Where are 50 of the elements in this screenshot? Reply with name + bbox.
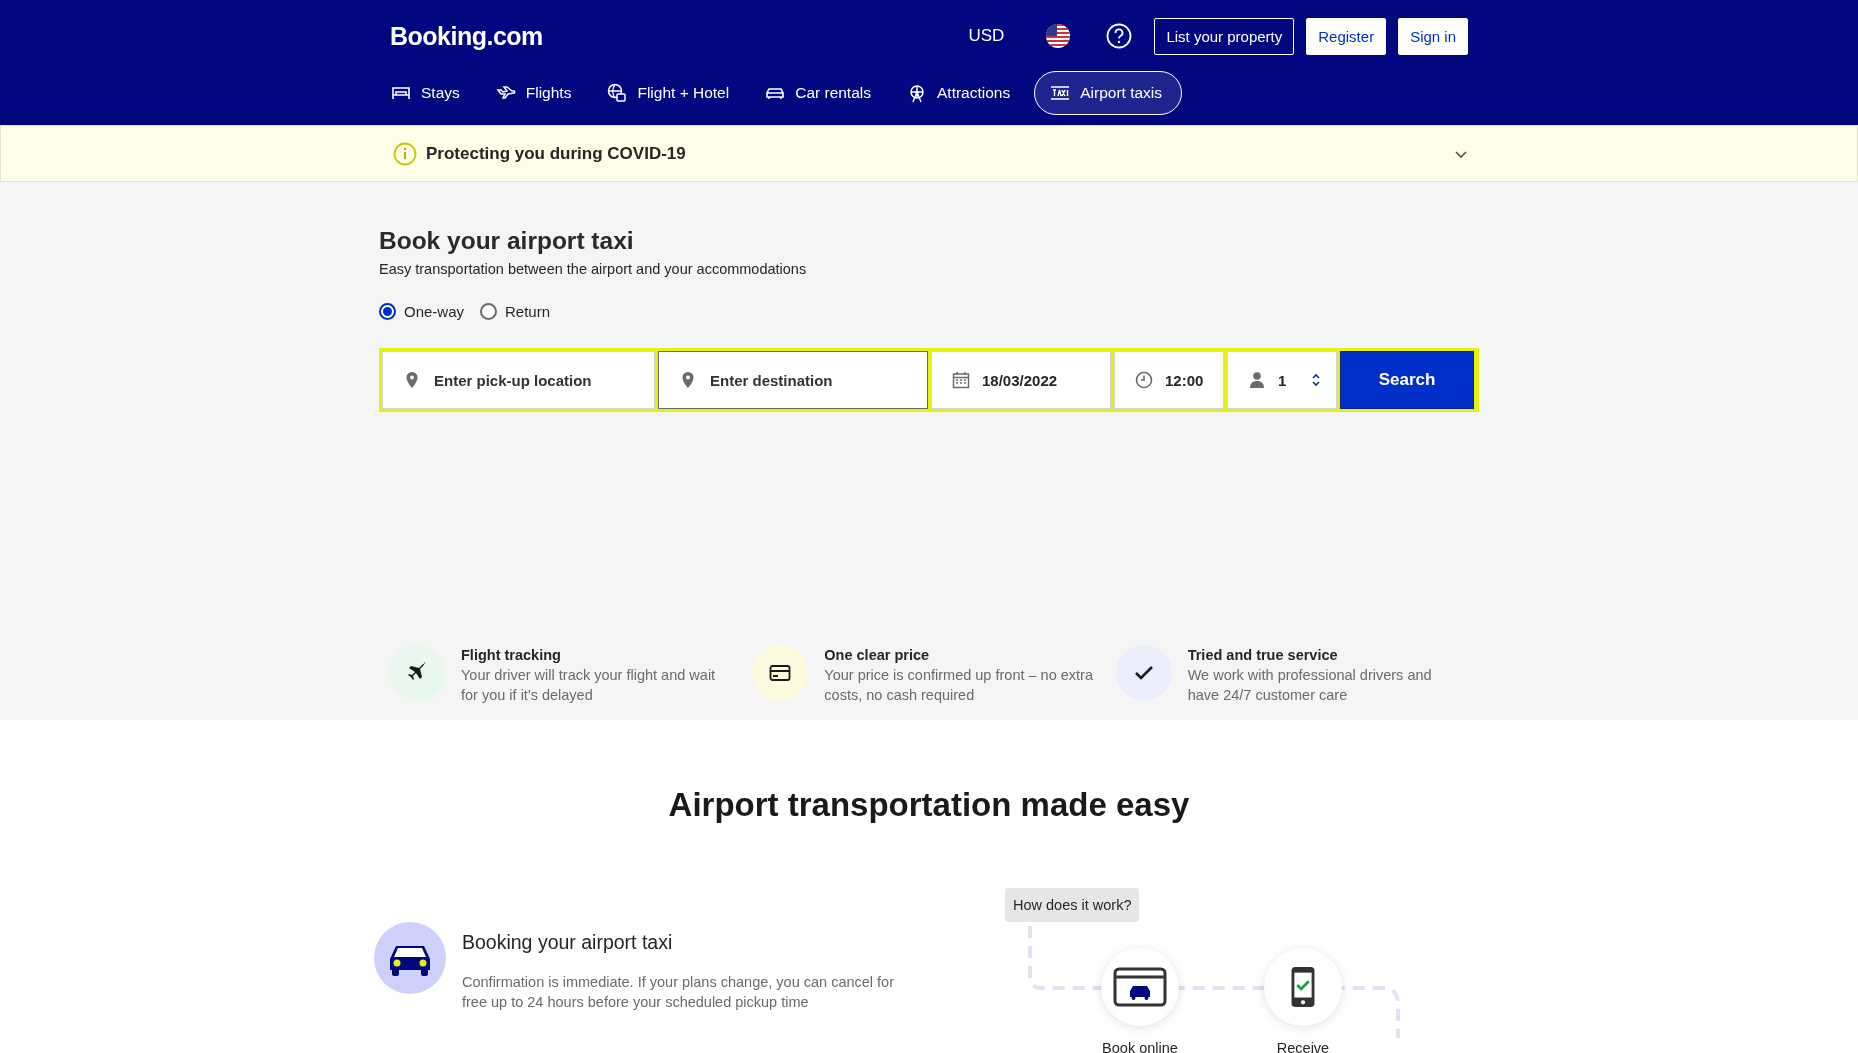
nav-tab[interactable]: Stays: [379, 71, 480, 115]
feature-text: Your driver will track your flight and wait for you if it's delayed: [461, 666, 717, 705]
info-icon: [393, 141, 417, 166]
nav-tab[interactable]: Flights: [483, 71, 592, 115]
page-subtitle: Easy transportation between the airport and your accommodations: [379, 261, 808, 277]
nav-tab[interactable]: Flight + Hotel: [595, 71, 750, 115]
person-icon: [1248, 371, 1266, 389]
feature-title: Tried and true service: [1187, 647, 1339, 663]
help-icon[interactable]: [1106, 23, 1133, 49]
item-title: Booking your airport taxi: [462, 931, 674, 954]
time-field[interactable]: 12:00: [1114, 351, 1224, 409]
trip-type-radio[interactable]: Return: [480, 303, 551, 320]
search-button[interactable]: Search: [1340, 351, 1474, 409]
section-title: Airport transportation made easy: [667, 786, 1191, 824]
feature-text: We work with professional drivers and have 24/7 customer care: [1187, 666, 1433, 705]
calendar-icon: [952, 371, 970, 389]
globe-suitcase-icon: [607, 83, 628, 103]
step-label: Book online: [1102, 1040, 1178, 1053]
stepper-icon[interactable]: [1310, 371, 1322, 389]
passengers-field[interactable]: 1: [1227, 351, 1337, 409]
ferris-wheel-icon: [907, 83, 927, 103]
date-field[interactable]: 18/03/2022: [931, 351, 1111, 409]
page-title: Book your airport taxi: [379, 227, 635, 255]
notice-banner[interactable]: Protecting you during COVID-19: [0, 125, 1858, 182]
destination-field[interactable]: Enter destination: [658, 351, 928, 409]
register-button[interactable]: Register: [1306, 17, 1387, 55]
clock-icon: [1135, 371, 1153, 389]
feature-title: One clear price: [824, 647, 931, 663]
feature-text: Your price is confirmed up front – no extra costs, no cash required: [824, 666, 1094, 705]
nav-tab[interactable]: Car rentals: [753, 71, 891, 115]
notice-title: Protecting you during COVID-19: [426, 143, 686, 164]
trip-type-radio[interactable]: One-way: [379, 303, 465, 320]
nav-tab[interactable]: Airport taxis: [1034, 71, 1183, 115]
step-label: Receive: [1276, 1040, 1330, 1053]
currency-selector[interactable]: USD: [952, 26, 1021, 46]
radio-circle[interactable]: [480, 303, 498, 320]
radio-label[interactable]: Return: [505, 303, 551, 320]
list-property-button[interactable]: List your property: [1154, 17, 1295, 55]
browser-car-icon: [1113, 965, 1167, 1009]
speech-bubble: How does it work?: [1005, 888, 1140, 922]
flag-icon[interactable]: [1046, 24, 1071, 48]
radio-circle[interactable]: [379, 303, 396, 320]
radio-label[interactable]: One-way: [404, 303, 465, 320]
nav-tab[interactable]: Attractions: [895, 71, 1031, 115]
item-text: Confirmation is immediate. If your plans change, you can cancel for free up to 24 hours before your scheduled pickup time: [462, 973, 895, 1012]
feature-title: Flight tracking: [461, 647, 562, 663]
sign-in-button[interactable]: Sign in: [1398, 17, 1468, 55]
pickup-field[interactable]: Enter pick-up location: [382, 351, 655, 409]
taxi-sign-icon: [1050, 83, 1071, 103]
logo[interactable]: Booking.com: [390, 21, 543, 51]
